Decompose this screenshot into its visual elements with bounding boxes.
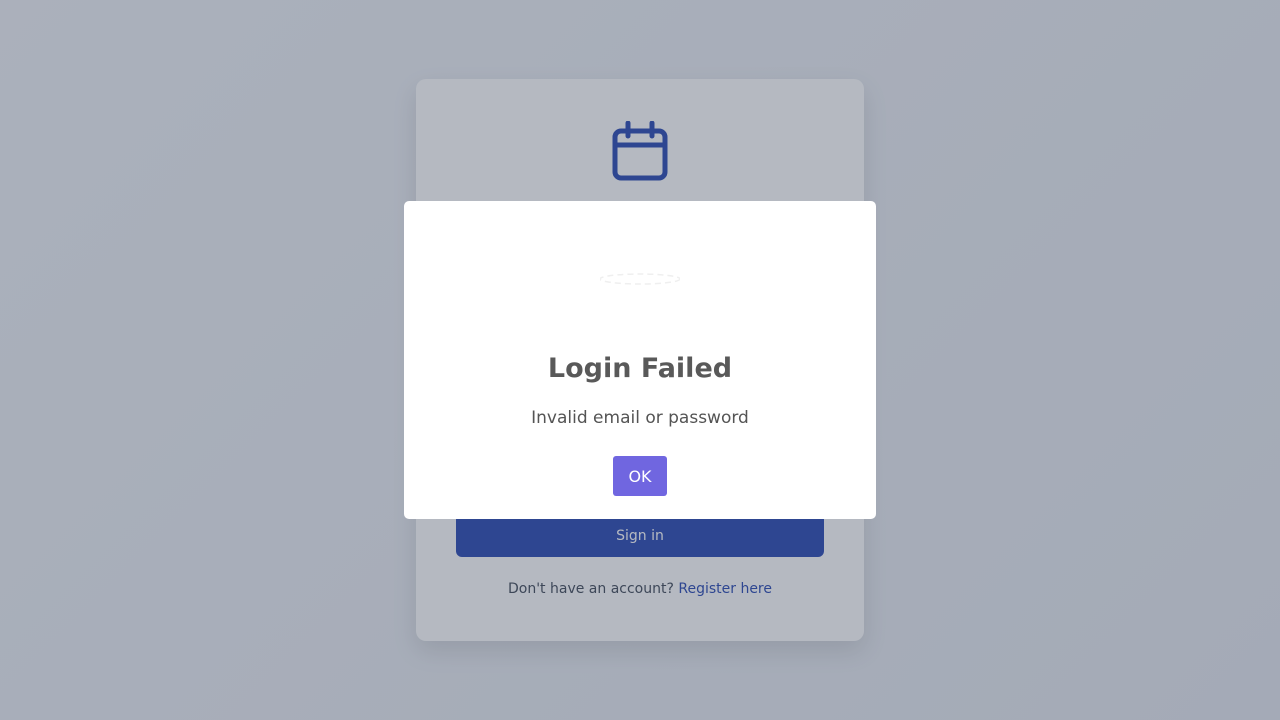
dialog-title: Login Failed xyxy=(547,353,733,384)
error-dialog: Login Failed Invalid email or password O… xyxy=(404,201,876,519)
ok-button[interactable]: OK xyxy=(613,456,667,496)
dialog-message: Invalid email or password xyxy=(531,408,749,428)
error-icon xyxy=(600,273,680,285)
